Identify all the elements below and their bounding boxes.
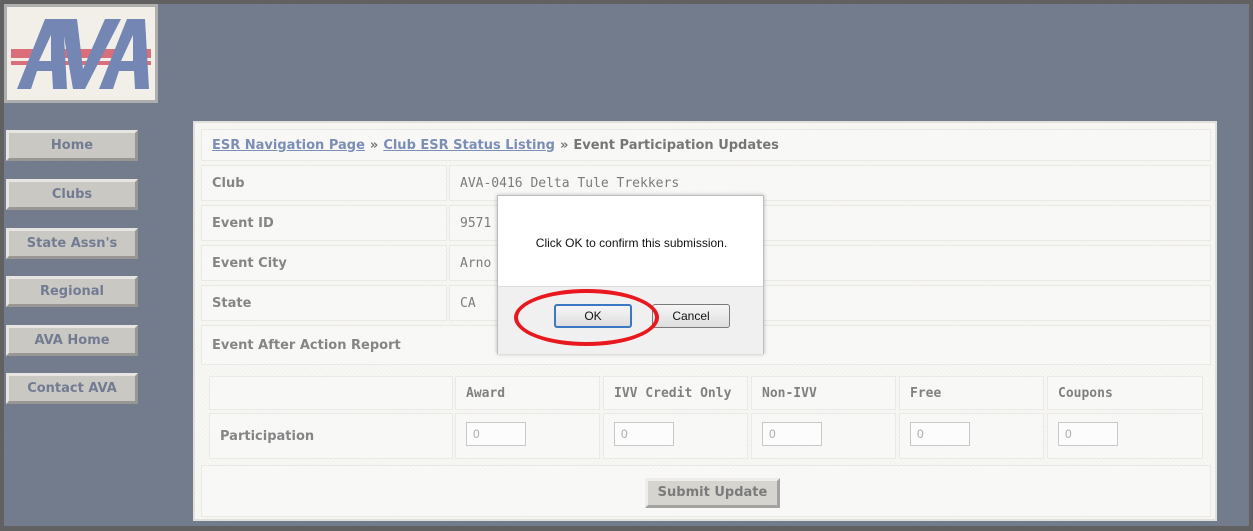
cancel-button[interactable]: Cancel: [652, 304, 730, 328]
highlight-circle: [514, 289, 659, 346]
dialog-message: Click OK to confirm this submission.: [535, 236, 728, 250]
